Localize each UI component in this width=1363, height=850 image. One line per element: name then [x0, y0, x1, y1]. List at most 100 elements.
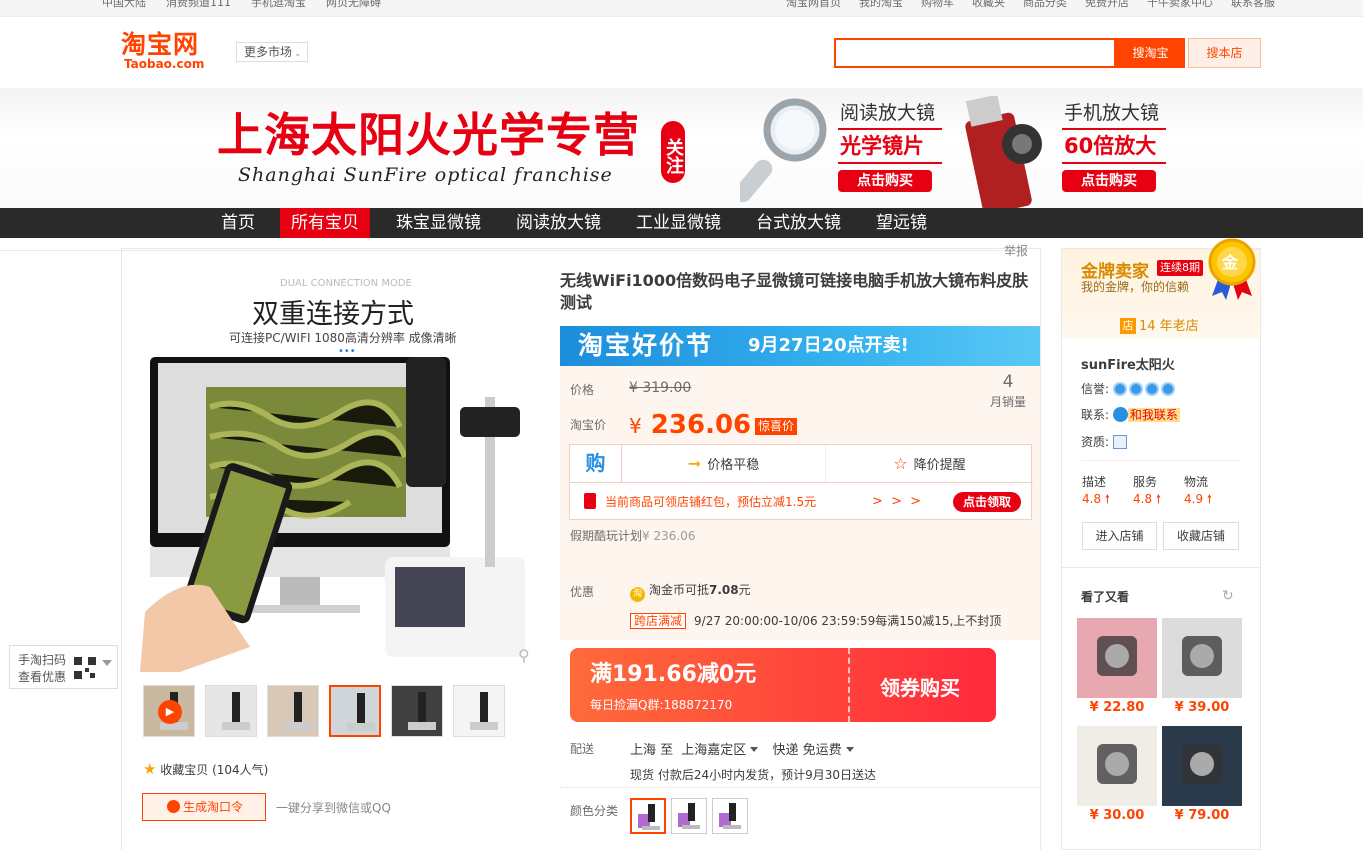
search-shop-button[interactable]: 搜本店: [1188, 38, 1261, 68]
price-label: 价格: [570, 383, 595, 397]
product-thumbnail[interactable]: [453, 685, 505, 737]
recommended-item[interactable]: [1077, 726, 1157, 806]
topbar-link[interactable]: 消费频道111: [166, 0, 231, 10]
recommended-item[interactable]: [1077, 618, 1157, 698]
shop-name[interactable]: sunFire太阳火: [1081, 354, 1175, 373]
topbar-link[interactable]: 免费开店: [1085, 0, 1129, 10]
product-thumbnail[interactable]: [329, 685, 381, 737]
topbar-link[interactable]: 手机逛淘宝: [251, 0, 306, 10]
surprise-price-tag: 惊喜价: [755, 418, 798, 435]
license-icon[interactable]: [1112, 435, 1127, 449]
shop-score: 物流 4.9 🠕: [1184, 474, 1212, 508]
promo-card-phone[interactable]: 手机放大镜 60倍放大 点击购买: [1062, 100, 1166, 192]
coupon-banner[interactable]: 满191.66减0元 每日捡漏Q群:188872170 领券购买: [570, 648, 996, 722]
coupon-qq: 每日捡漏Q群:188872170: [590, 698, 733, 712]
product-thumbnail[interactable]: [267, 685, 319, 737]
wangwang-icon: [1112, 407, 1128, 422]
product-thumbnail[interactable]: ▶: [143, 685, 195, 737]
recommended-item[interactable]: [1162, 618, 1242, 698]
phone-magnifier-image: [965, 96, 1042, 208]
nav-item[interactable]: 望远镜: [865, 208, 938, 238]
topbar-link[interactable]: 网页无障碍: [326, 0, 381, 10]
ship-to-dropdown[interactable]: 上海嘉定区: [681, 743, 759, 758]
ship-note: 现货 付款后24小时内发货，预计9月30日送达: [630, 768, 876, 782]
product-thumbnail[interactable]: [205, 685, 257, 737]
report-link[interactable]: 举报: [0, 242, 1028, 259]
qual-row: 资质:: [1081, 433, 1127, 450]
star-outline-icon: ☆: [893, 454, 908, 473]
topbar-link[interactable]: 购物车: [921, 0, 954, 10]
zoom-icon[interactable]: ⚲: [518, 646, 530, 665]
nav-item[interactable]: 所有宝贝: [280, 208, 370, 238]
diamond-icon: [1112, 382, 1127, 396]
buy-button[interactable]: 点击购买: [1062, 170, 1156, 192]
nav-item[interactable]: 台式放大镜: [745, 208, 852, 238]
holiday-plan: 假期酷玩计划¥ 236.06: [570, 524, 710, 548]
enter-shop-button[interactable]: 进入店铺: [1082, 522, 1157, 550]
recommended-item[interactable]: [1162, 726, 1242, 806]
chevron-down-icon: [102, 660, 112, 666]
more-market-dropdown[interactable]: 更多市场 ⌄: [236, 42, 308, 62]
thumbnail-image: [331, 687, 379, 735]
buy-button[interactable]: 点击购买: [838, 170, 932, 192]
refresh-icon[interactable]: ↻: [1222, 588, 1234, 604]
cross-tag[interactable]: 跨店满减: [630, 613, 687, 629]
qr-code-icon: [74, 657, 96, 679]
product-thumbnail[interactable]: [391, 685, 443, 737]
share-btn-label: 生成淘口令: [183, 800, 244, 814]
card-line1: 手机放大镜: [1064, 102, 1160, 124]
share-icon: [167, 800, 180, 813]
ship-mode: 快递 免运费: [772, 743, 842, 758]
coupon-amount: 满191.66减0元: [590, 662, 757, 687]
price-stable-label: 价格平稳: [707, 458, 760, 473]
favorite-shop-button[interactable]: 收藏店铺: [1163, 522, 1239, 550]
topbar-link[interactable]: 我的淘宝: [859, 0, 903, 10]
color-option-image: [719, 803, 741, 829]
card-line2: 光学镜片: [838, 128, 942, 164]
promo-banner[interactable]: 淘宝好价节 9月27日20点开卖!: [560, 326, 1040, 366]
color-option[interactable]: [671, 798, 707, 834]
nav-item[interactable]: 首页: [210, 208, 266, 238]
color-option[interactable]: [630, 798, 666, 834]
search-taobao-button[interactable]: 搜淘宝: [1116, 38, 1185, 68]
sales-count: 4: [1002, 372, 1014, 392]
get-redpacket-button[interactable]: 点击领取: [953, 492, 1021, 512]
logo-text: 淘宝网: [121, 30, 200, 59]
shop-score: 服务 4.8 🠕: [1133, 474, 1161, 508]
redpacket-row: 当前商品可领店铺红包，预估立减1.5元 > > > 点击领取: [570, 482, 1033, 521]
follow-button[interactable]: 关注: [661, 121, 685, 183]
topbar-link[interactable]: 商品分类: [1023, 0, 1067, 10]
magnifier-image: [740, 98, 827, 203]
nav-item[interactable]: 阅读放大镜: [505, 208, 612, 238]
product-main-image[interactable]: DUAL CONNECTION MODE 双重连接方式 可连接PC/WIFI 1…: [140, 272, 542, 672]
shop-banner-subtitle: Shanghai SunFire optical franchise: [238, 164, 613, 186]
medal-text: 金: [1222, 253, 1239, 272]
nav-item[interactable]: 珠宝显微镜: [385, 208, 492, 238]
search-input[interactable]: [834, 38, 1116, 68]
price-stable[interactable]: ➞ 价格平稳: [622, 445, 826, 482]
contact-button[interactable]: 和我联系: [1127, 408, 1180, 422]
top-bar: 中国大陆 消费频道111 手机逛淘宝 网页无障碍 淘宝网首页 我的淘宝 购物车 收藏夹 商品分…: [0, 0, 1363, 17]
nav-item[interactable]: 工业显微镜: [625, 208, 732, 238]
color-option-image: [638, 804, 660, 830]
shipping-info: 上海 至 上海嘉定区 快递 免运费 现货 付款后24小时内发货，预计9月30日送…: [630, 739, 876, 787]
ship-mode-dropdown[interactable]: 快递 免运费: [772, 743, 854, 758]
topbar-link[interactable]: 收藏夹: [972, 0, 1005, 10]
color-option-image: [678, 803, 700, 829]
topbar-link[interactable]: 淘宝网首页: [786, 0, 841, 10]
generate-tkl-button[interactable]: 生成淘口令: [142, 793, 266, 821]
promo-date: 9月27日20点开卖!: [748, 335, 909, 356]
price-alert-button[interactable]: ☆ 降价提醒: [826, 445, 1033, 482]
taobao-logo[interactable]: 淘宝网 Taobao.com: [121, 32, 217, 72]
favorite-item[interactable]: ★ 收藏宝贝 (104人气): [143, 760, 268, 778]
topbar-link[interactable]: 联系客服: [1231, 0, 1275, 10]
qr-scan-panel[interactable]: 手淘扫码 查看优惠: [9, 645, 118, 689]
promo-card-reading[interactable]: 阅读放大镜 光学镜片 点击购买: [838, 100, 942, 192]
topbar-link[interactable]: 中国大陆: [102, 0, 146, 10]
color-option[interactable]: [712, 798, 748, 834]
topbar-link[interactable]: 千牛卖家中心: [1147, 0, 1213, 10]
coin-text: 淘金币可抵: [649, 583, 710, 597]
coupon-buy-button[interactable]: 领券购买: [880, 672, 960, 701]
arrow-up-icon: 🠕: [1104, 492, 1111, 506]
recommended-price: ¥ 30.00: [1089, 808, 1145, 823]
